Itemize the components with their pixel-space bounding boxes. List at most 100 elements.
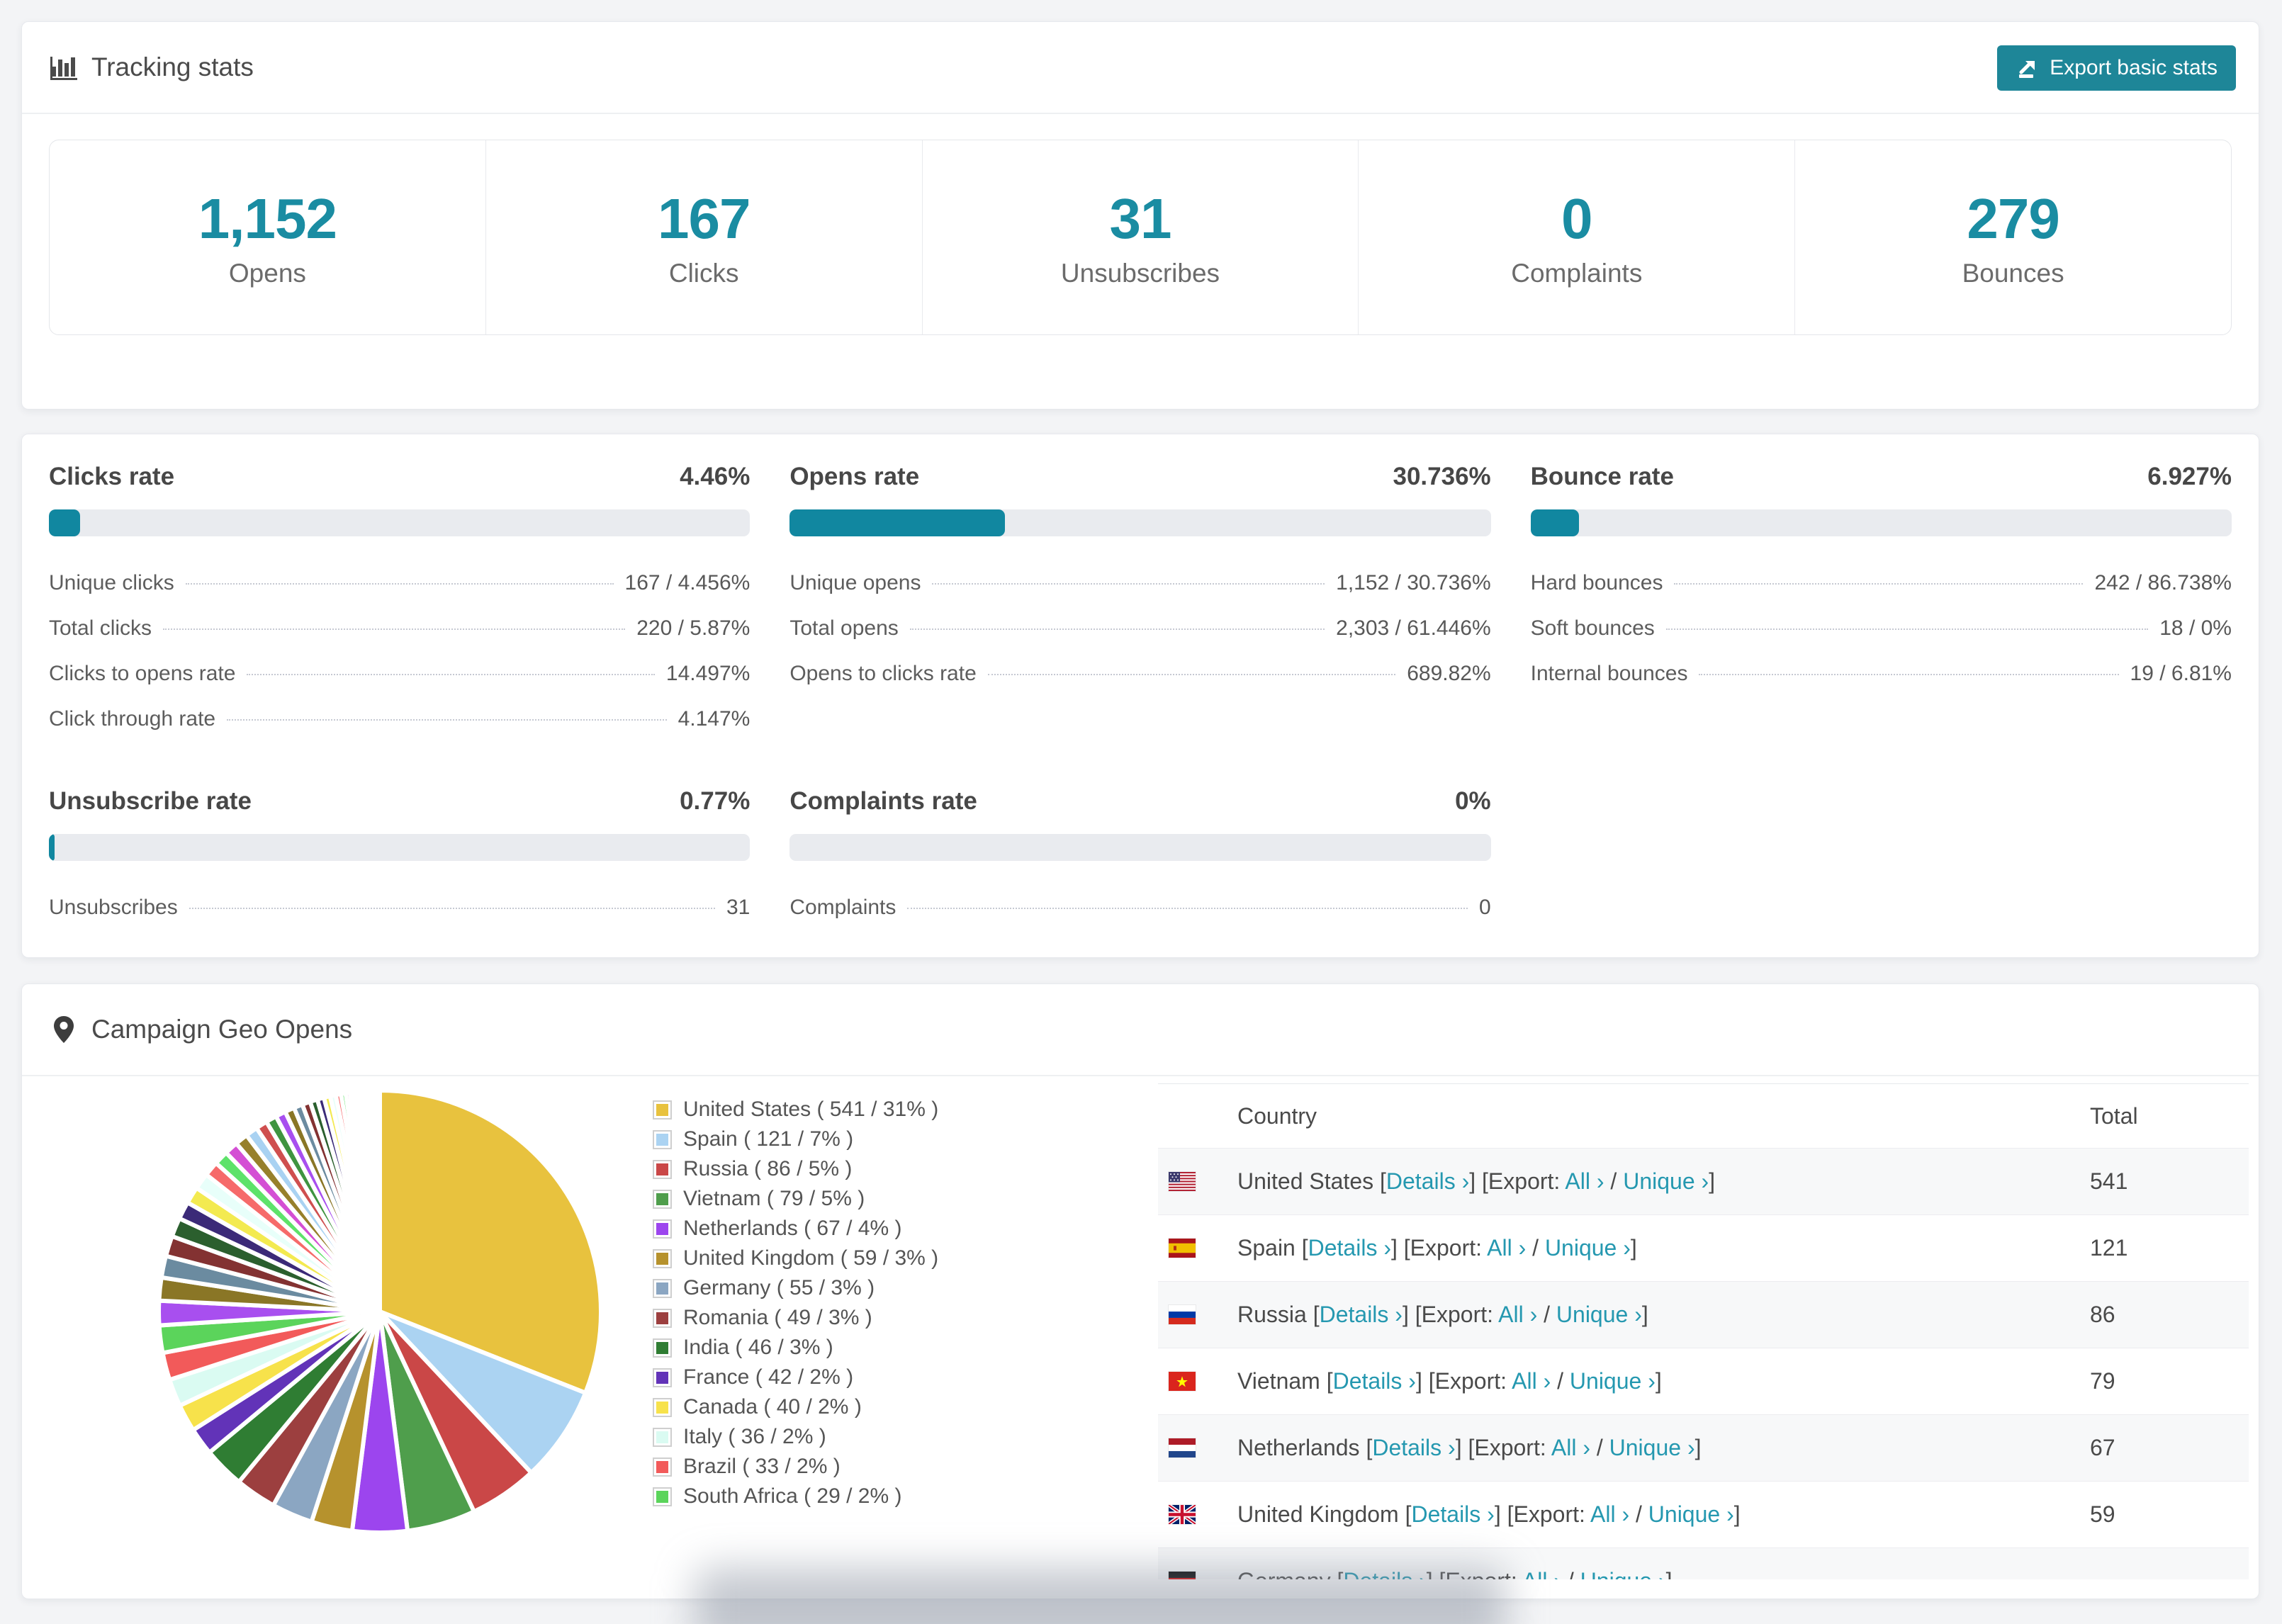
export-unique-link[interactable]: Unique › <box>1580 1568 1666 1579</box>
details-link[interactable]: Details › <box>1308 1235 1391 1261</box>
export-label: Export: <box>1421 1302 1493 1327</box>
export-all-link[interactable]: All › <box>1522 1568 1561 1579</box>
stat-cell-unsubscribes: 31 Unsubscribes <box>923 140 1359 334</box>
geo-table-wrapper: Country Total United States [Details ›] … <box>1158 1083 2249 1579</box>
detail-value: 2,303 / 61.446% <box>1336 616 1491 640</box>
export-all-link[interactable]: All › <box>1551 1435 1590 1460</box>
slash: / <box>1551 1368 1570 1394</box>
export-unique-link[interactable]: Unique › <box>1545 1235 1631 1261</box>
details-link[interactable]: Details › <box>1411 1501 1494 1527</box>
geo-table-row: United States [Details ›] [Export: All ›… <box>1158 1148 2249 1215</box>
export-all-link[interactable]: All › <box>1512 1368 1551 1394</box>
detail-label: Opens to clicks rate <box>789 662 977 685</box>
export-unique-link[interactable]: Unique › <box>1623 1168 1709 1194</box>
geo-table-row: Spain [Details ›] [Export: All › / Uniqu… <box>1158 1214 2249 1282</box>
legend-swatch <box>653 1397 672 1417</box>
country-total: 59 <box>2090 1501 2115 1527</box>
detail-row: Unsubscribes 31 <box>49 885 750 930</box>
rate-block-clicks-rate: Clicks rate 4.46% Unique clicks 167 / 4.456… <box>49 463 751 742</box>
country-name: Russia <box>1237 1302 1307 1327</box>
summary-stats-box: 1,152 Opens 167 Clicks 31 Unsubscribes 0 Compla… <box>49 140 2232 335</box>
stat-label: Unsubscribes <box>1060 259 1220 288</box>
export-all-link[interactable]: All › <box>1487 1235 1526 1261</box>
details-link[interactable]: Details › <box>1320 1302 1403 1327</box>
legend-swatch <box>653 1219 672 1239</box>
details-link[interactable]: Details › <box>1372 1435 1455 1460</box>
geo-table-row: United Kingdom [Details ›] [Export: All … <box>1158 1481 2249 1548</box>
export-all-link[interactable]: All › <box>1498 1302 1537 1327</box>
ru-flag-icon <box>1169 1305 1196 1324</box>
dotted-leader <box>1665 628 2149 630</box>
legend-item[interactable]: United Kingdom ( 59 / 3% ) <box>653 1244 938 1273</box>
export-label: Export: <box>1488 1168 1561 1194</box>
export-all-link[interactable]: All › <box>1565 1168 1604 1194</box>
tracking-stats-title-text: Tracking stats <box>91 52 254 81</box>
country-total: 121 <box>2090 1235 2128 1261</box>
legend-item[interactable]: Spain ( 121 / 7% ) <box>653 1124 938 1154</box>
legend-swatch <box>653 1368 672 1387</box>
detail-label: Complaints <box>789 896 896 919</box>
detail-value: 1,152 / 30.736% <box>1336 571 1491 594</box>
slash: / <box>1604 1168 1624 1194</box>
detail-label: Hard bounces <box>1530 571 1663 594</box>
export-unique-link[interactable]: Unique › <box>1570 1368 1656 1394</box>
legend-item[interactable]: India ( 46 / 3% ) <box>653 1333 938 1363</box>
legend-item[interactable]: Brazil ( 33 / 2% ) <box>653 1452 938 1482</box>
dotted-leader <box>932 583 1325 585</box>
dotted-leader <box>185 583 614 585</box>
export-all-link[interactable]: All › <box>1590 1501 1629 1527</box>
rate-percent: 0% <box>1455 787 1491 815</box>
detail-value: 31 <box>726 896 751 919</box>
legend-item[interactable]: Romania ( 49 / 3% ) <box>653 1303 938 1333</box>
gb-flag-icon <box>1169 1505 1196 1524</box>
legend-label: Italy ( 36 / 2% ) <box>683 1425 826 1448</box>
legend-item[interactable]: Italy ( 36 / 2% ) <box>653 1422 938 1452</box>
dotted-leader <box>1674 583 2084 585</box>
dotted-leader <box>909 628 1325 630</box>
export-unique-link[interactable]: Unique › <box>1609 1435 1695 1460</box>
legend-item[interactable]: France ( 42 / 2% ) <box>653 1363 938 1392</box>
country-name: United Kingdom <box>1237 1501 1399 1527</box>
legend-label: South Africa ( 29 / 2% ) <box>683 1484 902 1508</box>
legend-swatch <box>653 1487 672 1506</box>
slash: / <box>1590 1435 1609 1460</box>
campaign-geo-opens-card: Campaign Geo Opens United States ( 541 /… <box>21 983 2259 1599</box>
legend-item[interactable]: Germany ( 55 / 3% ) <box>653 1273 938 1303</box>
legend-item[interactable]: South Africa ( 29 / 2% ) <box>653 1482 938 1511</box>
bracket: ] <box>1641 1302 1648 1327</box>
legend-label: France ( 42 / 2% ) <box>683 1365 854 1389</box>
legend-item[interactable]: Vietnam ( 79 / 5% ) <box>653 1184 938 1214</box>
details-link[interactable]: Details › <box>1333 1368 1416 1394</box>
export-unique-link[interactable]: Unique › <box>1556 1302 1642 1327</box>
detail-row: Unique clicks 167 / 4.456% <box>49 560 750 606</box>
geo-pie-chart[interactable] <box>153 1085 607 1538</box>
detail-label: Unique clicks <box>49 571 174 594</box>
rate-percent: 30.736% <box>1393 463 1491 490</box>
dotted-leader <box>1699 674 2119 675</box>
country-total <box>2090 1548 2249 1580</box>
bracket: [ <box>1380 1168 1386 1194</box>
detail-row: Internal bounces 19 / 6.81% <box>1531 651 2232 697</box>
bracket: [ <box>1301 1235 1308 1261</box>
legend-item[interactable]: Canada ( 40 / 2% ) <box>653 1392 938 1422</box>
rate-title: Opens rate <box>789 463 920 490</box>
dotted-leader <box>163 628 626 630</box>
detail-row: Hard bounces 242 / 86.738% <box>1531 560 2232 606</box>
legend-swatch <box>653 1338 672 1358</box>
rate-title-row: Unsubscribe rate 0.77% <box>49 787 750 816</box>
country-name: United States <box>1237 1168 1374 1194</box>
detail-label: Total opens <box>789 616 899 640</box>
export-basic-stats-button[interactable]: Export basic stats <box>1997 45 2236 91</box>
blurred-overlay <box>695 1567 1506 1624</box>
rate-title: Clicks rate <box>49 463 175 490</box>
tracking-stats-card: Tracking stats Export basic stats 1,152 O… <box>21 21 2259 410</box>
rate-percent: 4.46% <box>680 463 751 490</box>
export-unique-link[interactable]: Unique › <box>1648 1501 1734 1527</box>
details-link[interactable]: Details › <box>1386 1168 1469 1194</box>
legend-item[interactable]: Russia ( 86 / 5% ) <box>653 1154 938 1184</box>
detail-row: Opens to clicks rate 689.82% <box>789 651 1490 697</box>
country-total: 86 <box>2090 1302 2115 1327</box>
legend-item[interactable]: Netherlands ( 67 / 4% ) <box>653 1214 938 1244</box>
progress-bar <box>1530 509 2232 536</box>
legend-item[interactable]: United States ( 541 / 31% ) <box>653 1095 938 1124</box>
